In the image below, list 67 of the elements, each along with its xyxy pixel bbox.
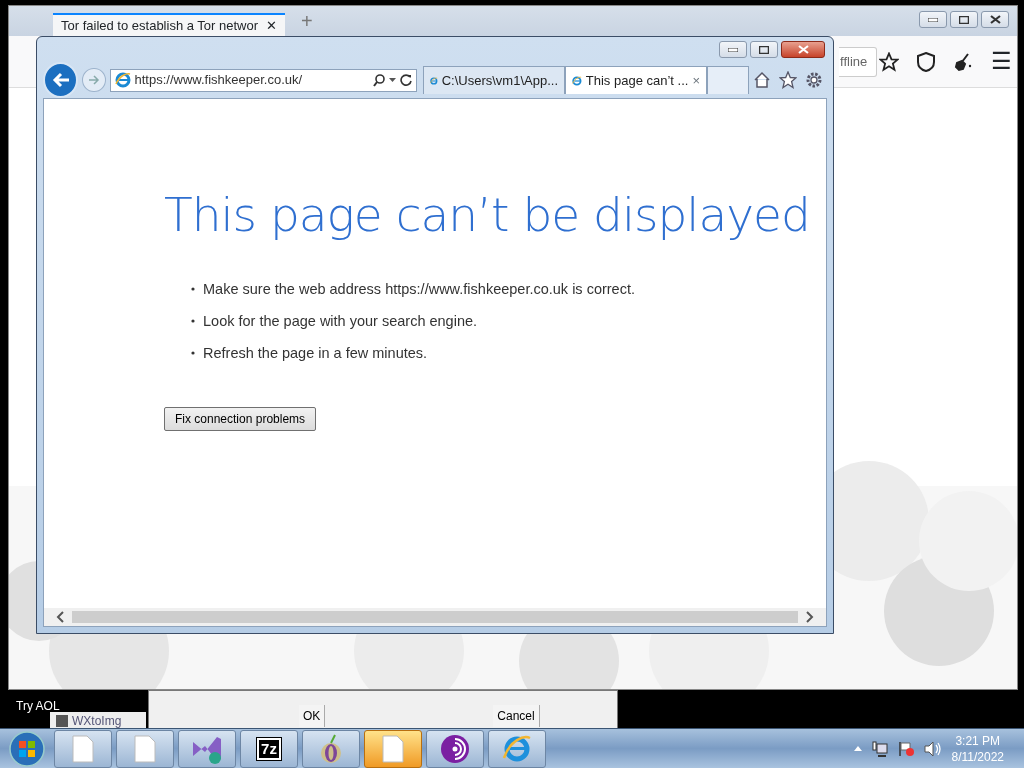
taskbar-button[interactable] <box>302 729 360 768</box>
file-icon <box>72 734 94 763</box>
refresh-icon[interactable] <box>400 74 412 86</box>
address-bar[interactable]: https://www.fishkeeper.co.uk/ <box>109 68 417 92</box>
bullet-icon <box>191 319 195 324</box>
scrollbar-thumb[interactable] <box>72 611 798 623</box>
desktop-label: Try AOL <box>16 698 60 715</box>
forward-arrow-icon <box>87 75 100 85</box>
fix-connection-button[interactable]: Fix connection problems <box>164 406 317 431</box>
list-item-text: Refresh the page in a few minutes. <box>203 343 428 363</box>
close-tab-button[interactable]: × <box>692 70 700 91</box>
address-field[interactable]: ffline <box>839 46 877 77</box>
browser-tab[interactable]: This page can’t ... × <box>565 66 707 94</box>
back-button[interactable] <box>43 62 79 98</box>
star-icon[interactable] <box>879 51 899 72</box>
shield-icon[interactable] <box>917 51 935 72</box>
maximize-icon <box>759 45 769 54</box>
bullet-icon <box>191 350 195 355</box>
taskbar-button[interactable] <box>364 729 422 768</box>
search-icon[interactable] <box>373 73 385 87</box>
file-icon <box>382 734 404 763</box>
browser-tab[interactable]: C:\Users\vm1\App... <box>423 66 565 94</box>
ie-icon <box>502 733 532 764</box>
taskbar-button[interactable]: 7z <box>240 729 298 768</box>
maximize-button[interactable] <box>750 41 778 58</box>
taskbar-button[interactable] <box>178 729 236 768</box>
close-tab-button[interactable]: ✕ <box>266 15 278 36</box>
maximize-button[interactable] <box>950 11 978 28</box>
dropdown-icon[interactable] <box>389 78 396 82</box>
scroll-left-icon[interactable] <box>56 611 64 623</box>
onion-icon <box>319 733 343 764</box>
file-icon <box>134 734 156 763</box>
taskbar-button[interactable] <box>54 729 112 768</box>
error-heading: This page can’t be displayed <box>164 187 811 244</box>
scroll-right-icon[interactable] <box>806 611 814 623</box>
start-orb-icon <box>8 729 46 768</box>
taskbar-button[interactable] <box>116 729 174 768</box>
flag-icon[interactable] <box>897 740 914 757</box>
menu-button[interactable]: ☰ <box>991 43 1012 80</box>
horizontal-scrollbar[interactable] <box>44 608 826 626</box>
minimize-icon <box>928 17 938 22</box>
star-icon[interactable] <box>779 71 797 89</box>
back-arrow-icon <box>51 72 70 88</box>
browser-tab[interactable]: Tor failed to establish a Tor networ ✕ <box>53 13 286 36</box>
close-button[interactable] <box>981 11 1009 28</box>
list-item-text: Look for the page with your search engine. <box>203 312 478 332</box>
minimize-icon <box>728 47 738 52</box>
close-button[interactable] <box>781 41 825 58</box>
list-item-text: Make sure the web address https://www.fishkeeper.co.uk is correct. <box>203 280 635 300</box>
home-icon[interactable] <box>753 71 771 89</box>
close-icon <box>797 45 809 54</box>
broom-icon[interactable] <box>953 51 973 72</box>
settings-icon[interactable] <box>805 71 823 89</box>
maximize-icon <box>959 15 969 24</box>
network-icon[interactable] <box>871 740 888 757</box>
tor-browser-icon <box>440 733 470 764</box>
taskbar-button[interactable] <box>426 729 484 768</box>
speaker-icon[interactable] <box>923 740 942 757</box>
bullet-icon <box>191 287 195 292</box>
app-icon <box>56 715 68 727</box>
dialog-button[interactable]: OK <box>299 705 326 727</box>
dialog-button[interactable]: Cancel <box>493 705 540 727</box>
close-icon <box>989 15 1001 24</box>
window-label: WXtoImg <box>72 713 122 730</box>
ie-icon <box>114 72 131 88</box>
show-hidden-icon[interactable] <box>853 746 862 751</box>
archive-icon: 7z <box>257 737 281 760</box>
